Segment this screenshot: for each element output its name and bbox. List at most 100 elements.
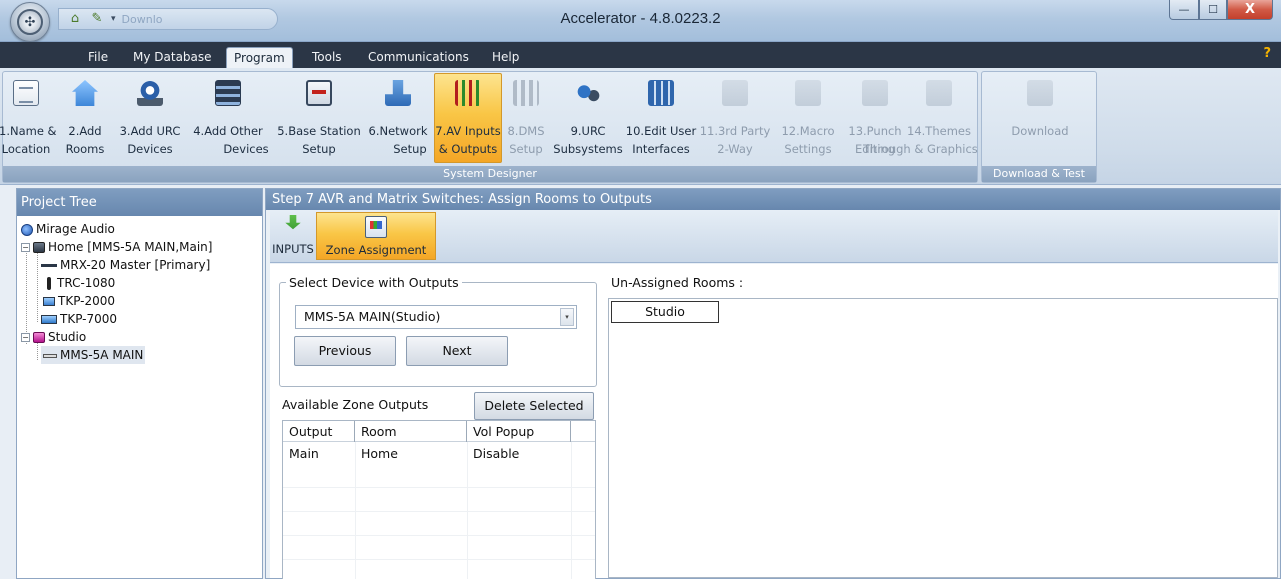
tree-node-label: TRC-1080 (57, 276, 116, 290)
button-label-line2: Interfaces (632, 142, 690, 156)
table-header: Output Room Vol Popup (283, 421, 595, 442)
tree-node-tkp-2000[interactable]: TKP-2000 (41, 292, 115, 310)
button-label-line1: 5.Base Station (277, 124, 361, 138)
tab-my-database[interactable]: My Database (133, 46, 212, 68)
maximize-button[interactable]: ☐ (1199, 0, 1227, 20)
ribbon-button-network-setup[interactable]: 6.Network Setup (365, 74, 431, 162)
globe-icon (21, 223, 33, 236)
two-way-icon (722, 80, 748, 106)
ribbon-button-download[interactable]: Download (992, 74, 1088, 162)
ribbon-button-base-station-setup[interactable]: 5.Base Station Setup (277, 74, 361, 162)
minimize-button[interactable]: — (1169, 0, 1199, 20)
tree-node-label: Mirage Audio (36, 222, 115, 236)
unassigned-room-studio[interactable]: Studio (611, 301, 719, 323)
button-label-line1: 9.URC (570, 124, 606, 138)
unassigned-rooms-list: Studio (608, 298, 1278, 578)
subtab-label: Zone Assignment (325, 243, 427, 257)
themes-icon (926, 80, 952, 106)
ribbon: 1.Name & Location 2.Add Rooms 3.Add URC Dev… (0, 68, 1281, 185)
column-header-vol-popup[interactable]: Vol Popup (467, 421, 571, 442)
help-question-icon[interactable]: ? (1263, 46, 1271, 61)
tree-node-home[interactable]: − Home [MMS-5A MAIN,Main] (21, 238, 212, 256)
ribbon-button-add-urc-devices[interactable]: 3.Add URC Devices (115, 74, 185, 162)
macro-icon (795, 80, 821, 106)
button-label-line1: 12.Macro (781, 124, 835, 138)
button-label-line2: Rooms (65, 142, 105, 156)
tab-communications[interactable]: Communications (368, 46, 469, 68)
tab-program[interactable]: Program (226, 47, 293, 68)
device-select-value: MMS-5A MAIN(Studio) (304, 309, 441, 324)
collapse-toggle-icon[interactable]: − (21, 243, 30, 252)
tree-node-studio[interactable]: − Studio (21, 328, 86, 346)
main-panel: Step 7 AVR and Matrix Switches: Assign R… (265, 188, 1281, 579)
tree-node-mms-5a-main[interactable]: MMS-5A MAIN (41, 346, 146, 364)
tree-node-label: TKP-7000 (60, 312, 118, 326)
tree-node-label: MMS-5A MAIN (60, 348, 144, 362)
button-label-line2: Devices (223, 142, 269, 156)
select-device-legend: Select Device with Outputs (289, 275, 459, 290)
cell-vol-popup: Disable (473, 446, 520, 461)
button-label-line1: 13.Punch (848, 124, 902, 138)
button-label-line1: 6.Network (368, 124, 428, 138)
ribbon-button-av-inputs-outputs[interactable]: 7.AV Inputs & Outputs (434, 73, 502, 163)
room-icon (33, 332, 45, 343)
ribbon-tab-bar: File My Database Program Tools Communica… (0, 42, 1281, 68)
base-station-icon (306, 80, 332, 106)
subtab-inputs[interactable]: INPUTS (272, 212, 314, 260)
ribbon-button-macro-settings[interactable]: 12.Macro Settings (779, 74, 837, 162)
interface-grid-icon (648, 80, 674, 106)
button-label-line1: 8.DMS (507, 124, 545, 138)
button-label-line1: 4.Add Other (193, 124, 263, 138)
button-label-line1: 3.Add URC (119, 124, 181, 138)
ribbon-button-add-other-devices[interactable]: 4.Add Other Devices (191, 74, 269, 162)
previous-button[interactable]: Previous (294, 336, 396, 366)
dropdown-arrow-icon[interactable]: ▾ (560, 308, 574, 326)
button-label-line1: 10.Edit User (625, 124, 697, 138)
room-icon (33, 242, 45, 253)
button-label-line2: Location (1, 142, 51, 156)
ribbon-button-add-rooms[interactable]: 2.Add Rooms (66, 74, 104, 162)
zone-assignment-content: Select Device with Outputs MMS-5A MAIN(S… (270, 264, 1278, 579)
button-label-line2: Settings (784, 142, 832, 156)
inputs-icon (285, 215, 301, 230)
close-button[interactable]: X (1227, 0, 1273, 20)
ribbon-button-edit-user-interfaces[interactable]: 10.Edit User Interfaces (626, 74, 696, 162)
ribbon-button-dms-setup[interactable]: 8.DMS Setup (506, 74, 546, 162)
subtab-label: INPUTS (272, 242, 314, 256)
ribbon-button-name-location[interactable]: 1.Name & Location (0, 74, 57, 162)
tree-node-mirage-audio[interactable]: Mirage Audio (21, 220, 115, 238)
device-select[interactable]: MMS-5A MAIN(Studio) ▾ (295, 305, 577, 329)
ribbon-button-urc-subsystems[interactable]: 9.URC Subsystems (553, 74, 623, 162)
column-header-output[interactable]: Output (283, 421, 355, 442)
subtab-zone-assignment[interactable]: Zone Assignment (316, 212, 436, 260)
collapse-toggle-icon[interactable]: − (21, 333, 30, 342)
button-label-line1: Download (1011, 124, 1069, 138)
tree-node-label: Studio (48, 330, 87, 344)
tab-help[interactable]: Help (492, 46, 519, 68)
urc-device-icon (137, 80, 163, 106)
tree-node-trc-1080[interactable]: TRC-1080 (41, 274, 115, 292)
tab-file[interactable]: File (88, 46, 108, 68)
zone-assignment-icon (365, 216, 387, 238)
punch-through-icon (862, 80, 888, 106)
house-icon (72, 80, 98, 106)
ribbon-button-third-party-two-way[interactable]: 11.3rd Party 2-Way (700, 74, 770, 162)
delete-selected-button[interactable]: Delete Selected (474, 392, 594, 420)
unassigned-rooms-label: Un-Assigned Rooms : (611, 275, 744, 290)
dms-icon (513, 80, 539, 106)
table-row[interactable]: Main Home Disable (283, 445, 595, 463)
ribbon-button-themes-graphics[interactable]: 14.Themes Through & Graphics (863, 74, 978, 162)
tab-tools[interactable]: Tools (312, 46, 342, 68)
step-title: Step 7 AVR and Matrix Switches: Assign R… (266, 189, 1280, 210)
remote-icon (47, 277, 51, 290)
button-label-line2: Setup (302, 142, 336, 156)
column-header-room[interactable]: Room (355, 421, 467, 442)
av-cables-icon (455, 80, 481, 106)
select-device-group: Select Device with Outputs (279, 275, 597, 387)
button-label-line1: 14.Themes (907, 124, 971, 138)
window-title: Accelerator - 4.8.0223.2 (560, 10, 721, 27)
tree-node-tkp-7000[interactable]: TKP-7000 (41, 310, 117, 328)
tree-node-mrx-20[interactable]: MRX-20 Master [Primary] (41, 256, 210, 274)
next-button[interactable]: Next (406, 336, 508, 366)
button-label-line2: Subsystems (553, 142, 623, 156)
